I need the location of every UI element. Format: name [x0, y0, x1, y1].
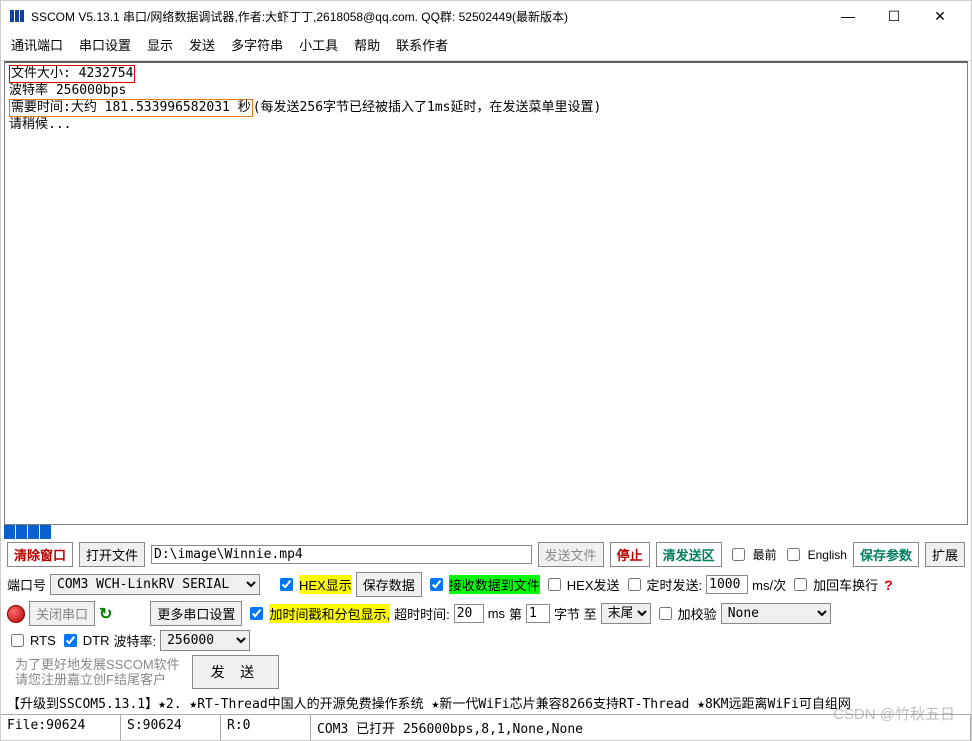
log-area[interactable]: 文件大小: 4232754 波特率 256000bps 需要时间:大约 181.… — [4, 61, 968, 525]
status-bar: File:90624 S:90624 R:0 COM3 已打开 256000bp… — [1, 714, 971, 740]
menu-send[interactable]: 发送 — [189, 35, 215, 54]
topmost-label: 最前 — [753, 546, 777, 563]
addcr-label: 加回车换行 — [813, 575, 878, 594]
recv-file-checkbox[interactable] — [430, 578, 443, 591]
menu-display[interactable]: 显示 — [147, 35, 173, 54]
port-status-icon — [7, 605, 25, 623]
log-filesize: 文件大小: 4232754 — [9, 65, 135, 83]
interval-unit: ms/次 — [752, 575, 786, 594]
menu-tools[interactable]: 小工具 — [299, 35, 338, 54]
hex-display-checkbox[interactable] — [280, 578, 293, 591]
bytenum-pre: 第 — [509, 604, 522, 623]
log-wait: 请稍候... — [9, 117, 963, 133]
stop-button[interactable]: 停止 — [610, 542, 650, 567]
menu-contact[interactable]: 联系作者 — [396, 35, 448, 54]
more-port-settings-button[interactable]: 更多串口设置 — [150, 601, 242, 626]
save-data-button[interactable]: 保存数据 — [356, 572, 422, 597]
timeout-label: 超时时间: — [394, 604, 450, 623]
clear-window-button[interactable]: 清除窗口 — [7, 542, 73, 567]
hex-send-checkbox[interactable] — [548, 578, 561, 591]
timed-send-checkbox[interactable] — [628, 578, 641, 591]
menu-multistring[interactable]: 多字符串 — [231, 35, 283, 54]
send-file-button[interactable]: 发送文件 — [538, 542, 604, 567]
status-file: File:90624 — [1, 715, 121, 740]
send-button[interactable]: 发 送 — [192, 655, 280, 689]
minimize-button[interactable]: — — [825, 2, 871, 30]
menu-serial-settings[interactable]: 串口设置 — [79, 35, 131, 54]
checksum-label: 加校验 — [678, 604, 717, 623]
refresh-icon[interactable]: ↻ — [99, 604, 112, 624]
rts-checkbox[interactable] — [11, 634, 24, 647]
bytenum-mid: 字节 至 — [554, 604, 597, 623]
settings-row-4: RTS DTR 波特率: 256000 — [1, 628, 971, 653]
close-button[interactable]: ✕ — [917, 2, 963, 30]
clear-send-button[interactable]: 清发送区 — [656, 542, 722, 567]
window-title: SSCOM V5.13.1 串口/网络数据调试器,作者:大虾丁丁,2618058… — [31, 8, 825, 25]
app-icon — [9, 8, 25, 24]
timed-send-label: 定时发送: — [647, 575, 703, 594]
titlebar: SSCOM V5.13.1 串口/网络数据调试器,作者:大虾丁丁,2618058… — [1, 1, 971, 31]
save-params-button[interactable]: 保存参数 — [853, 542, 919, 567]
bytenum-input[interactable] — [526, 604, 550, 623]
maximize-button[interactable]: ☐ — [871, 2, 917, 30]
settings-row-3: 关闭串口 ↻ 更多串口设置 加时间戳和分包显示, 超时时间: ms 第 字节 至… — [1, 599, 971, 628]
byteend-select[interactable]: 末尾 — [601, 603, 651, 624]
port-select[interactable]: COM3 WCH-LinkRV SERIAL — [50, 574, 260, 595]
hex-display-label: HEX显示 — [299, 575, 352, 594]
dtr-label: DTR — [83, 633, 110, 648]
checksum-checkbox[interactable] — [659, 607, 672, 620]
file-path-input[interactable] — [151, 545, 532, 564]
help-icon[interactable]: ? — [884, 577, 893, 593]
menubar: 通讯端口 串口设置 显示 发送 多字符串 小工具 帮助 联系作者 — [1, 31, 971, 61]
expand-button[interactable]: 扩展 — [925, 542, 965, 567]
hex-send-label: HEX发送 — [567, 575, 620, 594]
log-baud: 波特率 256000bps — [9, 83, 963, 99]
checksum-select[interactable]: None — [721, 603, 831, 624]
addcr-checkbox[interactable] — [794, 578, 807, 591]
baud-select[interactable]: 256000 — [160, 630, 250, 651]
english-checkbox[interactable] — [787, 548, 800, 561]
baud-label: 波特率: — [113, 631, 156, 650]
settings-row-2: 端口号 COM3 WCH-LinkRV SERIAL HEX显示 保存数据 接收… — [1, 570, 971, 599]
ad-bar: 【升级到SSCOM5.13.1】★2. ★RT-Thread中国人的开源免费操作… — [1, 691, 971, 714]
log-time: 需要时间:大约 181.533996582031 秒 — [9, 99, 253, 117]
status-recv: R:0 — [221, 715, 311, 740]
status-port: COM3 已打开 256000bps,8,1,None,None — [311, 715, 971, 740]
timestamp-label: 加时间戳和分包显示, — [269, 604, 390, 623]
menu-help[interactable]: 帮助 — [354, 35, 380, 54]
promo-text: 为了更好地发展SSCOM软件 请您注册嘉立创F结尾客户 — [7, 655, 188, 689]
dtr-checkbox[interactable] — [64, 634, 77, 647]
timestamp-checkbox[interactable] — [250, 607, 263, 620]
interval-input[interactable] — [706, 575, 748, 594]
english-label: English — [808, 548, 847, 562]
rts-label: RTS — [30, 633, 56, 648]
close-port-button[interactable]: 关闭串口 — [29, 601, 95, 626]
progress-bar — [4, 525, 968, 539]
open-file-button[interactable]: 打开文件 — [79, 542, 145, 567]
log-time-note: (每发送256字节已经被插入了1ms延时，在发送菜单里设置) — [253, 100, 602, 115]
toolbar-row-1: 清除窗口 打开文件 发送文件 停止 清发送区 最前 English 保存参数 扩… — [1, 539, 971, 570]
port-label: 端口号 — [7, 575, 46, 594]
timeout-unit: ms — [488, 606, 505, 621]
topmost-checkbox[interactable] — [732, 548, 745, 561]
menu-port[interactable]: 通讯端口 — [11, 35, 63, 54]
status-sent: S:90624 — [121, 715, 221, 740]
recv-file-label: 接收数据到文件 — [449, 575, 540, 594]
timeout-input[interactable] — [454, 604, 484, 623]
